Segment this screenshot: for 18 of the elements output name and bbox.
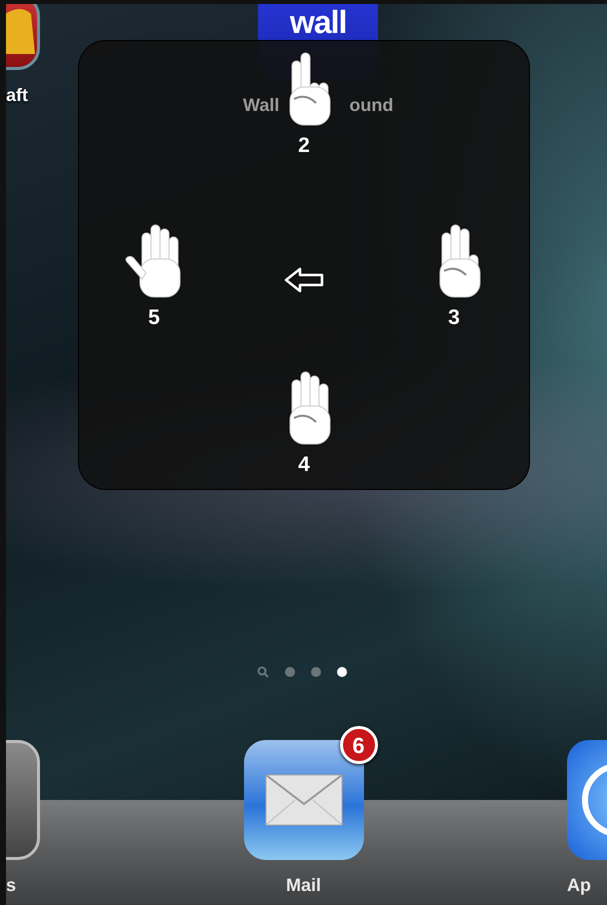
- app-label: Wall: [243, 96, 280, 114]
- app-label: ound: [349, 96, 394, 114]
- app-logo-text: wall: [290, 4, 346, 40]
- app-label: aft: [6, 86, 28, 104]
- search-icon[interactable]: [256, 666, 268, 678]
- page-dot[interactable]: [336, 667, 346, 677]
- left-arrow-icon: [284, 266, 324, 293]
- app-label: Ap: [567, 876, 591, 894]
- finger-count: 2: [298, 135, 310, 156]
- finger-count: 4: [298, 454, 310, 475]
- page-dot[interactable]: [284, 667, 294, 677]
- app-label: s: [6, 876, 16, 894]
- finger-count: 3: [448, 307, 460, 328]
- envelope-icon: [264, 774, 342, 826]
- notification-badge: 6: [340, 726, 378, 764]
- page-dot[interactable]: [310, 667, 320, 677]
- finger-count: 5: [148, 307, 160, 328]
- app-label: Mail: [286, 876, 321, 894]
